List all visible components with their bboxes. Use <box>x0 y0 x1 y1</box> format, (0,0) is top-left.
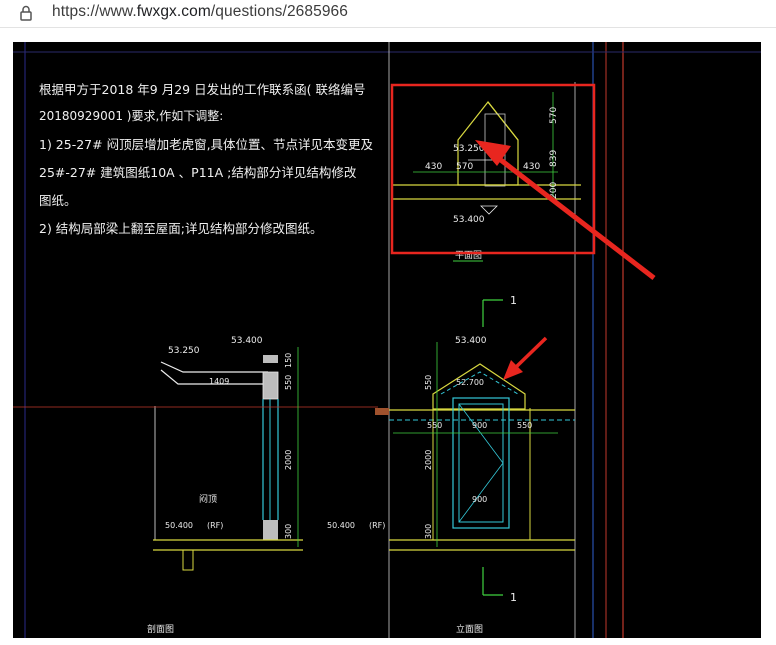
elev-dim-550-left: 550 <box>427 421 442 430</box>
plan-elev-lower: 53.400 <box>453 215 485 225</box>
elev-dim-2000: 2000 <box>424 450 433 470</box>
elev-dim-550-right: 550 <box>517 421 532 430</box>
elev-dim-900-top: 900 <box>472 421 487 430</box>
section-level-right: 50.400 <box>327 521 355 530</box>
url-host: fwxgx.com <box>136 3 211 20</box>
border-lines <box>13 42 761 638</box>
section-dim-300: 300 <box>284 524 293 539</box>
cad-graphics: 53.250 430 570 430 570 839 200 53.400 平面… <box>13 42 761 638</box>
elevation-view: 53.400 52.700 550 550 900 550 2000 900 3… <box>375 336 575 635</box>
url-text[interactable]: https://www.fwxgx.com/questions/2685966 <box>52 3 348 21</box>
section-label-attic: 闷顶 <box>199 493 217 505</box>
section-rf-right: (RF) <box>369 521 385 530</box>
elevation-title: 立面图 <box>456 623 483 635</box>
section-mark-bottom: 1 <box>482 567 517 604</box>
plan-dim-839: 839 <box>549 150 559 167</box>
section-rf-left: (RF) <box>207 521 223 530</box>
section-mark-top-label: 1 <box>510 294 517 307</box>
plan-dim-570: 570 <box>456 162 473 172</box>
section-title: 剖面图 <box>147 623 174 635</box>
section-mark-bottom-label: 1 <box>510 591 517 604</box>
elev-dim-550-v: 550 <box>424 375 433 390</box>
highlight-box <box>390 83 596 255</box>
cad-drawing-viewport: 根据甲方于2018 年9 月29 日发出的工作联系函( 联络编号 2018092… <box>13 42 761 638</box>
annotation-arrow-2 <box>503 336 548 380</box>
section-dim-2000: 2000 <box>284 450 293 470</box>
section-dim-550: 550 <box>284 375 293 390</box>
lock-icon[interactable] <box>17 4 35 22</box>
section-level-left: 50.400 <box>165 521 193 530</box>
elev-dim-900-bottom: 900 <box>472 495 487 504</box>
url-prefix: https://www. <box>52 3 137 20</box>
plan-title: 平面图 <box>455 250 482 261</box>
plan-dim-570-v: 570 <box>549 107 559 124</box>
section-elev-5340: 53.400 <box>231 336 263 346</box>
elev-inner-level: 52.700 <box>456 378 484 387</box>
elev-top-level: 53.400 <box>455 336 487 346</box>
plan-dim-430-right: 430 <box>523 162 540 172</box>
address-bar[interactable]: https://www.fwxgx.com/questions/2685966 <box>0 0 776 28</box>
section-dim-150: 150 <box>284 353 293 368</box>
elev-dim-300: 300 <box>424 524 433 539</box>
section-elev-5325: 53.250 <box>168 346 200 356</box>
section-dim-1409: 1409 <box>209 377 229 386</box>
annotation-arrow-1 <box>475 140 656 280</box>
url-path: /questions/2685966 <box>210 3 348 20</box>
plan-view: 53.250 430 570 430 570 839 200 53.400 平面… <box>393 92 581 262</box>
section-mark-top: 1 <box>482 294 517 327</box>
plan-dim-430-left: 430 <box>425 162 442 172</box>
section-view: 53.250 53.400 1409 150 550 2000 300 闷顶 5… <box>13 336 385 635</box>
